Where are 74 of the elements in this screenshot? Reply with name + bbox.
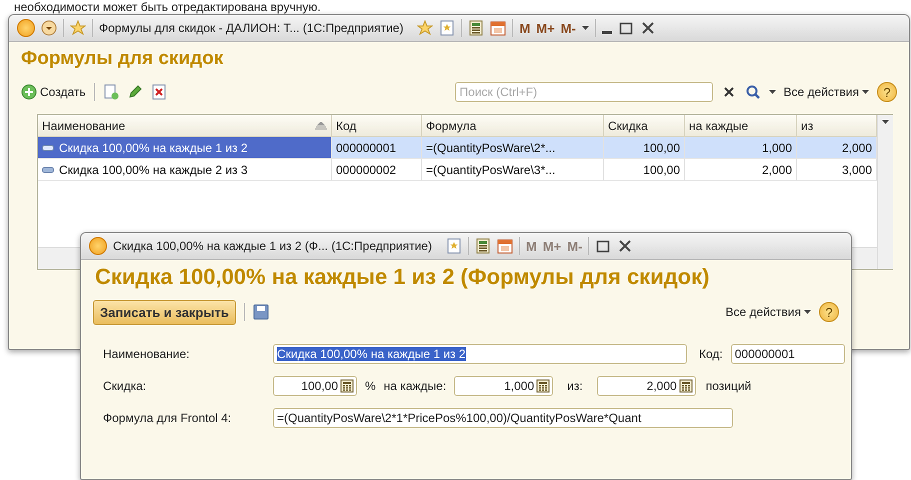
column-header[interactable]: Формула: [422, 115, 604, 137]
delete-icon: [150, 84, 167, 100]
field-label: Код:: [699, 347, 723, 361]
caret-icon: [768, 90, 776, 94]
column-header[interactable]: Наименование: [38, 115, 332, 137]
sort-icon: [315, 122, 327, 130]
input-field[interactable]: =(QuantityPosWare\2*1*PricePos%100,00)/QuantityPosWare*Quant: [273, 408, 733, 428]
memory-button[interactable]: M: [519, 20, 530, 36]
caret-icon: [882, 120, 889, 124]
column-header[interactable]: Код: [332, 115, 422, 137]
table-cell[interactable]: =(QuantityPosWare\2*...: [422, 137, 604, 159]
table-cell[interactable]: Скидка 100,00% на каждые 2 из 3: [38, 159, 332, 181]
input-field[interactable]: 2,000: [596, 376, 696, 396]
all-actions-button[interactable]: Все действия: [726, 305, 811, 319]
field-label: на каждые:: [384, 379, 446, 393]
app-logo-icon: [17, 19, 35, 37]
help-button[interactable]: ?: [877, 82, 897, 102]
field-label: позиций: [706, 379, 752, 393]
help-button[interactable]: ?: [819, 302, 839, 322]
bookmark-icon: [439, 20, 456, 36]
search-icon: [744, 84, 761, 100]
menu-icon: [41, 20, 57, 36]
caret-icon: [862, 90, 869, 94]
table-cell[interactable]: 2,000: [797, 137, 877, 159]
app-logo-icon: [89, 237, 107, 255]
plus-icon: [21, 84, 37, 100]
field-label: Скидка:: [103, 379, 148, 393]
field-label: Формула для Frontol 4:: [103, 411, 232, 425]
field-label: %: [365, 379, 376, 393]
close-icon: [617, 238, 634, 254]
caret-icon: [582, 26, 589, 30]
pencil-icon: [126, 84, 143, 100]
create-button[interactable]: Создать: [21, 84, 86, 100]
copy-icon: [102, 84, 119, 100]
close-icon: [640, 20, 656, 36]
save-and-close-button[interactable]: Записать и закрыть: [93, 300, 236, 324]
maximize-icon: [595, 238, 612, 254]
column-header[interactable]: Скидка: [604, 115, 685, 137]
search-field[interactable]: Поиск (Ctrl+F): [454, 82, 713, 102]
table-cell[interactable]: 3,000: [797, 159, 877, 181]
table-cell[interactable]: 000000002: [332, 159, 422, 181]
memory-button[interactable]: M+: [536, 20, 555, 36]
maximize-icon: [618, 20, 634, 36]
table-cell[interactable]: =(QuantityPosWare\3*...: [422, 159, 604, 181]
save-icon: [252, 304, 269, 320]
input-field[interactable]: 1,000: [454, 376, 554, 396]
bookmark-icon: [446, 238, 462, 254]
scrollbar[interactable]: [877, 115, 893, 269]
page-heading: Формулы для скидок: [20, 47, 224, 71]
input-field[interactable]: Скидка 100,00% на каждые 1 из 2: [273, 344, 687, 364]
item-icon: [42, 144, 54, 150]
star-icon: [70, 20, 86, 36]
item-icon: [42, 166, 54, 172]
column-header[interactable]: из: [797, 115, 877, 137]
input-field[interactable]: 000000001: [730, 344, 845, 364]
table-cell[interactable]: 100,00: [604, 137, 685, 159]
field-label: Наименование:: [103, 347, 191, 361]
document-text: необходимости может быть отредактирована вручную.: [14, 0, 321, 14]
window-title: Формулы для скидок - ДАЛИОН: Т... (1С:Предприятие): [99, 21, 404, 35]
page-heading: Скидка 100,00% на каждые 1 из 2 (Формулы для скидок): [94, 263, 710, 291]
input-field[interactable]: 100,00: [273, 376, 357, 396]
table-cell[interactable]: 000000001: [332, 137, 422, 159]
window-title: Скидка 100,00% на каждые 1 из 2 (Ф... (1С:Предприятие): [113, 239, 432, 253]
table-cell[interactable]: 1,000: [685, 137, 797, 159]
field-label: из:: [567, 379, 583, 393]
caret-icon: [804, 310, 811, 314]
column-header[interactable]: на каждые: [685, 115, 797, 137]
all-actions-button[interactable]: Все действия: [784, 85, 869, 99]
minimize-icon: [602, 30, 612, 34]
table-cell[interactable]: 2,000: [685, 159, 797, 181]
table-cell[interactable]: Скидка 100,00% на каждые 1 из 2: [38, 137, 332, 159]
memory-button[interactable]: M-: [560, 20, 576, 36]
star-icon: [417, 20, 434, 36]
table-cell[interactable]: 100,00: [604, 159, 685, 181]
